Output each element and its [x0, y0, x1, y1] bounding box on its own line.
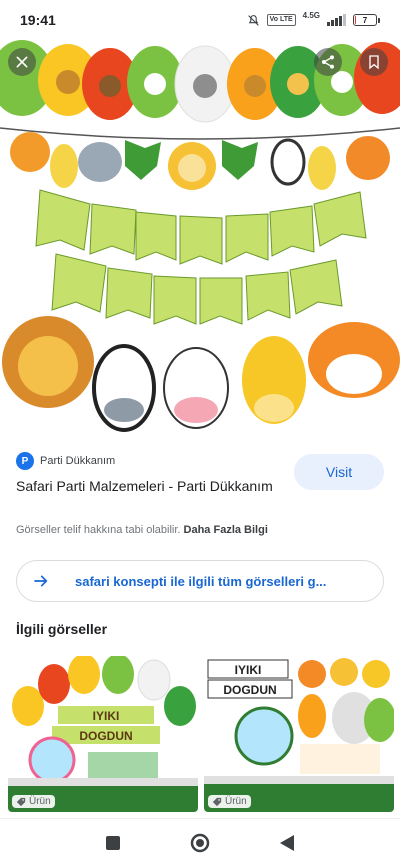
tag-icon [212, 797, 222, 806]
product-badge-label: Ürün [29, 796, 51, 807]
battery-fill [355, 16, 356, 24]
product-badge: Ürün [12, 795, 55, 808]
source-row[interactable]: P Parti Dükkanım [16, 452, 115, 470]
copyright-text: Görseller telif hakkına tabi olabilir. [16, 524, 181, 536]
product-badge-label: Ürün [225, 796, 247, 807]
site-favicon-icon: P [16, 452, 34, 470]
tag-icon [16, 797, 26, 806]
bookmark-icon [369, 55, 379, 70]
thumb1-text-2: DOGDUN [79, 729, 132, 743]
related-image-1: IYIKI DOGDUN [8, 656, 198, 812]
thumb2-text-2: DOGDUN [223, 683, 276, 697]
battery-icon: 7 [353, 14, 380, 26]
bunting-flags-row-1 [35, 189, 367, 265]
product-badge: Ürün [208, 795, 251, 808]
related-image-thumbnail[interactable]: IYIKI DOGDUN Ürün [8, 656, 198, 812]
visit-button[interactable]: Visit [294, 454, 384, 490]
back-triangle-icon [279, 834, 294, 851]
share-button[interactable] [314, 48, 342, 76]
system-nav-bar [0, 818, 400, 866]
more-info-link[interactable]: Daha Fazla Bilgi [184, 524, 268, 536]
bunting-flags-row-2 [51, 253, 343, 325]
thumb1-text-1: IYIKI [93, 709, 120, 723]
recents-button[interactable] [101, 831, 125, 855]
related-image-2: IYIKI DOGDUN [204, 656, 394, 812]
share-icon [322, 55, 334, 69]
recents-square-icon [106, 835, 121, 850]
arrow-right-icon [34, 575, 48, 587]
status-time: 19:41 [20, 12, 56, 28]
all-images-button[interactable]: safari konsepti ile ilgili tüm görseller… [16, 560, 384, 602]
safari-party-image [0, 40, 400, 432]
related-image-thumbnail[interactable]: IYIKI DOGDUN Ürün [204, 656, 394, 812]
volte-icon: Vo LTE [266, 14, 296, 26]
close-button[interactable] [8, 48, 36, 76]
image-viewer-page: 19:41 Vo LTE 4.5G 7 P Parti Dükkanım Vis… [0, 0, 400, 866]
network-type: 4.5G [302, 11, 320, 20]
main-image[interactable] [0, 40, 400, 435]
animal-garland [10, 132, 390, 190]
result-title[interactable]: Safari Parti Malzemeleri - Parti Dükkanı… [16, 476, 276, 496]
mute-icon [247, 14, 259, 26]
status-icons: Vo LTE 4.5G 7 [247, 11, 380, 27]
back-button[interactable] [275, 831, 299, 855]
close-icon [16, 56, 28, 68]
all-images-label: safari konsepti ile ilgili tüm görseller… [75, 573, 327, 589]
home-circle-icon [190, 833, 210, 852]
status-bar: 19:41 Vo LTE 4.5G 7 [0, 0, 400, 40]
signal-icon [327, 14, 346, 26]
bookmark-button[interactable] [360, 48, 388, 76]
copyright-notice: Görseller telif hakkına tabi olabilir. D… [16, 524, 268, 536]
related-images-heading: İlgili görseller [16, 621, 108, 637]
thumb2-text-1: IYIKI [235, 663, 262, 677]
animal-head-balloons [2, 316, 400, 432]
balloons [0, 40, 400, 123]
home-button[interactable] [188, 831, 212, 855]
source-name: Parti Dükkanım [40, 455, 116, 467]
battery-percent: 7 [362, 15, 368, 25]
